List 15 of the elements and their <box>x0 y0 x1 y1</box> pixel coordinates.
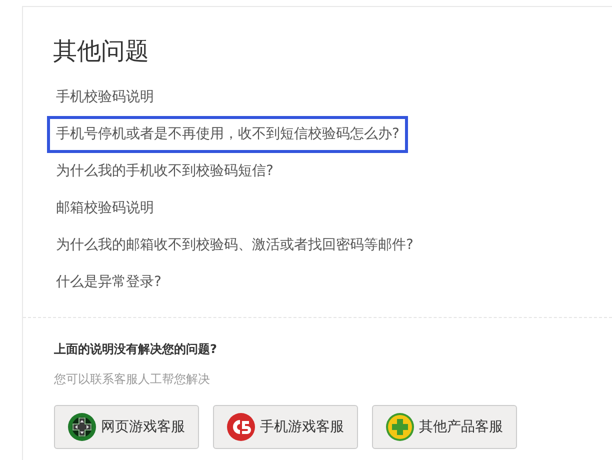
question-link[interactable]: 邮箱校验码说明 <box>47 190 163 227</box>
question-link[interactable]: 手机号停机或者是不再使用，收不到短信校验码怎么办? <box>47 116 408 153</box>
support-button[interactable]: 手机游戏客服 <box>213 405 358 449</box>
help-subtext: 您可以联系客服人工帮您解决 <box>54 371 211 388</box>
section-title: 其他问题 <box>52 36 150 67</box>
help-heading: 上面的说明没有解决您的问题? <box>54 341 218 358</box>
question-link[interactable]: 为什么我的邮箱收不到校验码、激活或者找回密码等邮件? <box>47 227 422 264</box>
plus-icon <box>385 412 415 442</box>
support-button[interactable]: 网页游戏客服 <box>54 405 199 449</box>
question-link[interactable]: 什么是异常登录? <box>47 264 170 301</box>
logo-icon <box>226 412 256 442</box>
question-link[interactable]: 为什么我的手机收不到校验码短信? <box>47 153 282 190</box>
gamepad-icon <box>67 412 97 442</box>
question-link[interactable]: 手机校验码说明 <box>47 79 163 116</box>
support-button[interactable]: 其他产品客服 <box>372 405 517 449</box>
